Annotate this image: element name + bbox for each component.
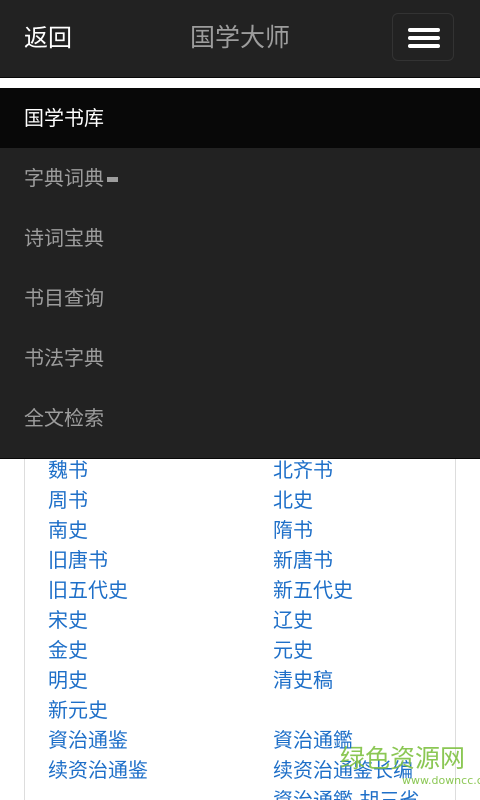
back-link[interactable]: 返回 xyxy=(24,20,72,56)
book-link[interactable]: 辽史 xyxy=(273,605,313,635)
book-link[interactable]: 隋书 xyxy=(273,515,313,545)
book-link[interactable]: 旧唐书 xyxy=(48,545,108,575)
top-navbar: 返回 国学大师 xyxy=(0,0,480,78)
book-link[interactable]: 新唐书 xyxy=(273,545,333,575)
hamburger-menu-icon xyxy=(408,28,440,32)
book-link[interactable]: 续资治通鉴 xyxy=(48,755,148,785)
book-link[interactable]: 資治通鉴 xyxy=(48,725,128,755)
menu-toggle-button[interactable] xyxy=(392,13,454,61)
book-link[interactable]: 旧五代史 xyxy=(48,575,128,605)
list-item: 旧唐书 新唐书 xyxy=(25,545,457,575)
list-item: 資治通鑑 胡三省 xyxy=(25,785,457,800)
book-link[interactable]: 魏书 xyxy=(48,455,88,485)
nav-item-label: 字典词典 xyxy=(24,166,104,190)
book-link[interactable]: 南史 xyxy=(48,515,88,545)
list-item: 明史 清史稿 xyxy=(25,665,457,695)
book-link[interactable]: 新元史 xyxy=(48,695,108,725)
book-link[interactable]: 北史 xyxy=(273,485,313,515)
book-link[interactable]: 清史稿 xyxy=(273,665,333,695)
book-link[interactable]: 明史 xyxy=(48,665,88,695)
list-item: 周书 北史 xyxy=(25,485,457,515)
hamburger-menu-icon xyxy=(408,44,440,48)
list-item: 旧五代史 新五代史 xyxy=(25,575,457,605)
book-link[interactable]: 宋史 xyxy=(48,605,88,635)
book-link[interactable]: 資治通鑑 xyxy=(273,725,353,755)
list-item: 魏书 北齐书 xyxy=(25,455,457,485)
dropdown-nav-menu: 国学书库 字典词典 诗词宝典 书目查询 书法字典 全文检索 xyxy=(0,88,480,459)
nav-item-quanwen-jiansuo[interactable]: 全文检索 xyxy=(0,388,480,448)
book-link[interactable]: 周书 xyxy=(48,485,88,515)
list-item: 南史 隋书 xyxy=(25,515,457,545)
list-item: 資治通鉴 資治通鑑 xyxy=(25,725,457,755)
list-item: 新元史 xyxy=(25,695,457,725)
book-list-panel: 魏书 北齐书 周书 北史 南史 隋书 旧唐书 新唐书 旧五代史 新五代史 宋史 … xyxy=(24,458,456,800)
nav-item-label: 诗词宝典 xyxy=(24,226,104,250)
nav-item-guoxue-shuku[interactable]: 国学书库 xyxy=(0,88,480,148)
list-item: 续资治通鉴 续资治通鉴长编 xyxy=(25,755,457,785)
nav-item-label: 书法字典 xyxy=(24,346,104,370)
book-link[interactable]: 续资治通鉴长编 xyxy=(273,755,413,785)
list-item: 金史 元史 xyxy=(25,635,457,665)
nav-item-shumu-chaxun[interactable]: 书目查询 xyxy=(0,268,480,328)
book-link[interactable]: 金史 xyxy=(48,635,88,665)
book-link[interactable]: 資治通鑑 胡三省 xyxy=(273,785,419,800)
book-link[interactable]: 北齐书 xyxy=(273,455,333,485)
nav-item-label: 全文检索 xyxy=(24,406,104,430)
nav-item-shici-baodian[interactable]: 诗词宝典 xyxy=(0,208,480,268)
hamburger-menu-icon xyxy=(408,36,440,40)
book-link[interactable]: 新五代史 xyxy=(273,575,353,605)
book-link[interactable]: 元史 xyxy=(273,635,313,665)
nav-item-label: 国学书库 xyxy=(24,106,104,130)
nav-item-zidian-cidian[interactable]: 字典词典 xyxy=(0,148,480,208)
nav-item-shufa-zidian[interactable]: 书法字典 xyxy=(0,328,480,388)
nav-item-label: 书目查询 xyxy=(24,286,104,310)
list-item: 宋史 辽史 xyxy=(25,605,457,635)
caret-down-icon xyxy=(107,177,118,182)
